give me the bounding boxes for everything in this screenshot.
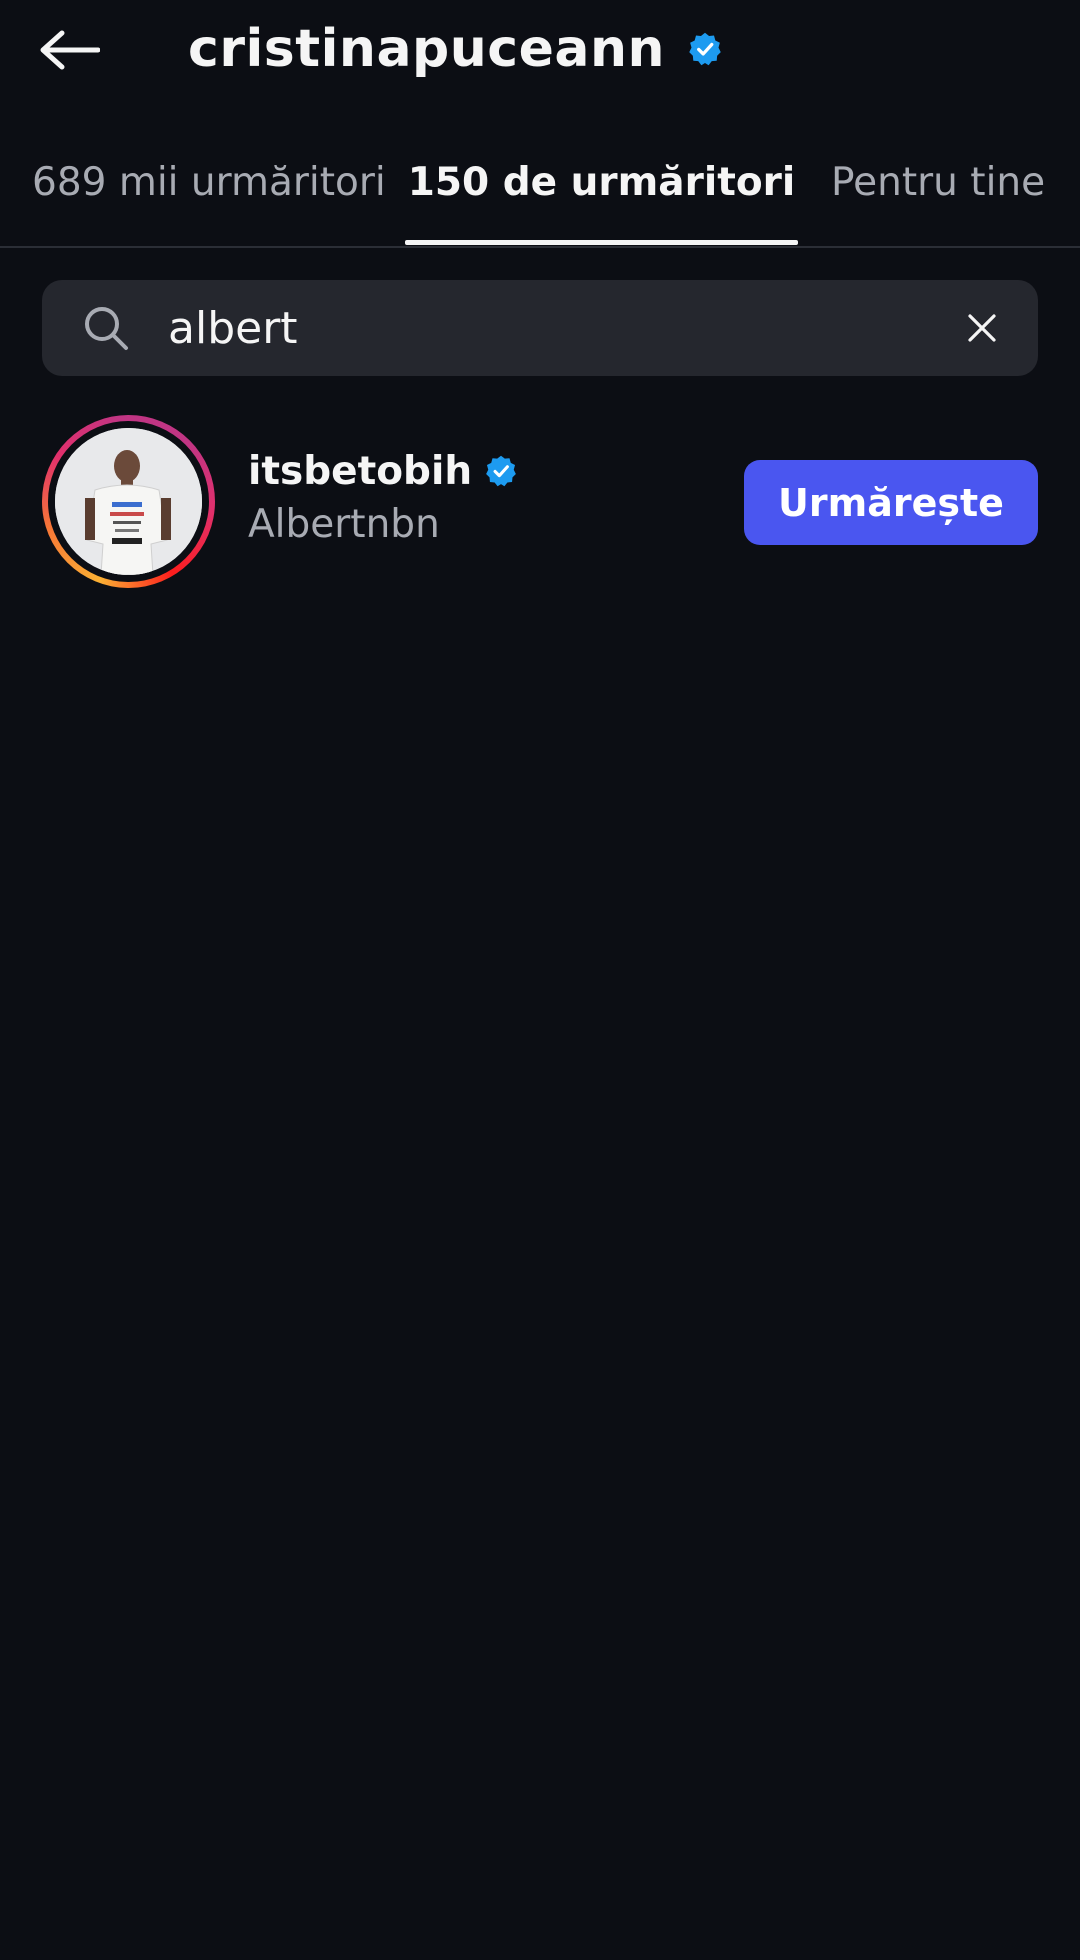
tab-mutual-followers[interactable]: 150 de urmăritori [405,160,798,246]
verified-badge-icon [484,454,518,488]
profile-title-group: cristinapuceann [188,14,723,84]
username[interactable]: itsbetobih [248,449,472,494]
back-button[interactable] [38,22,108,78]
search-input[interactable] [168,292,948,364]
tab-followers[interactable]: 689 mii urmăritori [32,160,386,246]
close-icon [968,314,996,342]
story-ring[interactable] [42,415,215,588]
followers-tabs: 689 mii urmăritori 150 de urmăritori Pen… [0,140,1080,248]
search-bar [42,280,1038,376]
tab-for-you[interactable]: Pentru tine [831,160,1045,246]
follow-button[interactable]: Urmărește [744,460,1038,545]
verified-badge-icon [687,31,723,67]
full-name: Albertnbn [248,502,440,547]
clear-search-button[interactable] [960,306,1004,350]
active-tab-indicator [405,240,798,245]
user-info[interactable]: itsbetobih Albertnbn [248,442,518,547]
followers-screen: cristinapuceann 689 mii urmăritori 150 d… [0,0,1080,1960]
search-icon [85,307,128,350]
page-title: cristinapuceann [188,19,665,79]
avatar [55,428,202,575]
arrow-left-icon [40,30,100,70]
top-bar: cristinapuceann [0,0,1080,100]
